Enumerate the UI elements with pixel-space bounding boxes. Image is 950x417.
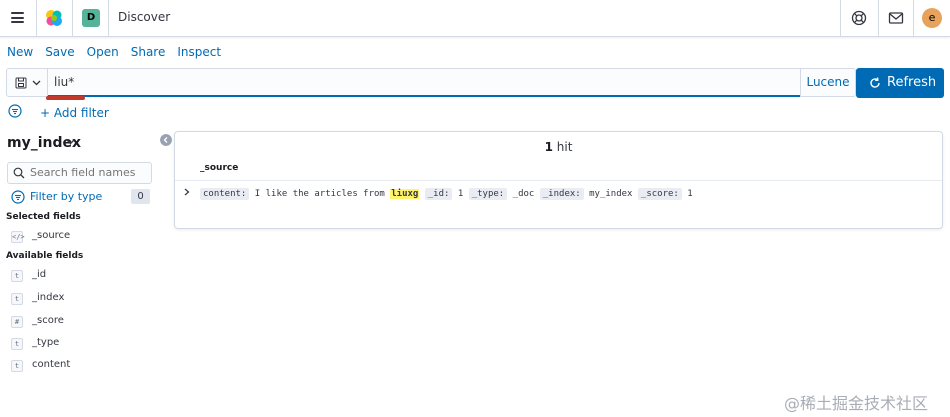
filter-count-badge: 0	[131, 189, 150, 204]
results-panel: 1 hit _source content: I like the articl…	[174, 131, 943, 229]
field-name: _score	[32, 315, 64, 326]
refresh-label: Refresh	[887, 75, 937, 90]
field-name: _index	[32, 292, 65, 303]
query-bar: Lucene	[6, 68, 856, 97]
header-divider	[108, 0, 109, 36]
doc-key: content:	[200, 188, 250, 200]
user-avatar[interactable]: e	[922, 8, 942, 28]
space-avatar[interactable]: D	[82, 9, 100, 27]
saved-queries-button[interactable]	[6, 68, 48, 97]
doc-key: _id:	[424, 188, 453, 200]
share-link[interactable]: Share	[131, 45, 166, 59]
header-divider	[913, 0, 914, 36]
table-row: content: I like the articles from liuxg …	[200, 188, 693, 200]
hit-count-number: 1	[544, 140, 553, 154]
column-header[interactable]: _source	[200, 163, 238, 173]
new-link[interactable]: New	[7, 45, 33, 59]
add-filter-button[interactable]: + Add filter	[40, 106, 109, 120]
open-link[interactable]: Open	[87, 45, 119, 59]
header-divider	[36, 0, 37, 36]
number-type-icon: #	[11, 316, 23, 328]
header-divider	[72, 0, 73, 36]
search-highlight: liuxg	[390, 189, 420, 199]
filter-by-type-button[interactable]: Filter by type	[30, 190, 102, 203]
refresh-button[interactable]: Refresh	[856, 68, 944, 98]
doc-value: _doc	[512, 189, 535, 199]
string-type-icon: t	[11, 270, 23, 282]
field-name: content	[32, 359, 71, 370]
chevron-down-icon	[32, 80, 41, 86]
refresh-icon	[870, 77, 880, 88]
menu-icon[interactable]	[11, 12, 24, 23]
string-type-icon: t	[11, 338, 23, 350]
annotation-underline	[46, 96, 85, 100]
query-language-button[interactable]: Lucene	[800, 68, 856, 97]
top-header: D Discover e	[0, 0, 950, 37]
string-type-icon: t	[11, 360, 23, 372]
inspect-link[interactable]: Inspect	[177, 45, 221, 59]
filter-options-icon[interactable]	[8, 104, 22, 118]
top-nav: New Save Open Share Inspect	[7, 45, 233, 59]
selected-fields-heading: Selected fields	[6, 212, 81, 222]
doc-value: I like the articles from	[254, 189, 385, 199]
doc-value: 1	[687, 189, 693, 199]
doc-key: _score:	[637, 188, 682, 200]
watermark: @稀土掘金技术社区	[784, 394, 929, 413]
mail-icon[interactable]	[887, 9, 905, 27]
code-icon: </>	[11, 231, 25, 243]
filter-icon	[11, 190, 25, 204]
save-icon	[15, 77, 27, 89]
header-divider	[878, 0, 879, 36]
hit-count: 1 hit	[175, 140, 942, 154]
header-divider	[840, 0, 841, 36]
field-search-box[interactable]	[7, 162, 152, 184]
table-divider	[175, 180, 942, 181]
doc-value: my_index	[589, 189, 633, 199]
field-name: _type	[32, 337, 60, 348]
chevron-down-icon[interactable]	[65, 138, 76, 146]
page-title: Discover	[118, 10, 171, 24]
collapse-sidebar-icon[interactable]	[160, 134, 172, 146]
help-icon[interactable]	[850, 9, 868, 27]
hit-count-label: hit	[552, 140, 573, 154]
search-icon	[13, 167, 25, 179]
field-search-input[interactable]	[30, 166, 148, 179]
available-fields-heading: Available fields	[6, 251, 84, 261]
string-type-icon: t	[11, 293, 23, 305]
chevron-right-icon[interactable]	[183, 187, 191, 197]
elastic-logo[interactable]	[44, 8, 64, 28]
field-name: _id	[32, 269, 47, 280]
doc-value: 1	[457, 189, 464, 199]
doc-key: _index:	[539, 188, 584, 200]
save-link[interactable]: Save	[45, 45, 74, 59]
doc-key: _type:	[468, 188, 508, 200]
field-name: _source	[32, 230, 71, 241]
query-input[interactable]	[48, 68, 800, 97]
